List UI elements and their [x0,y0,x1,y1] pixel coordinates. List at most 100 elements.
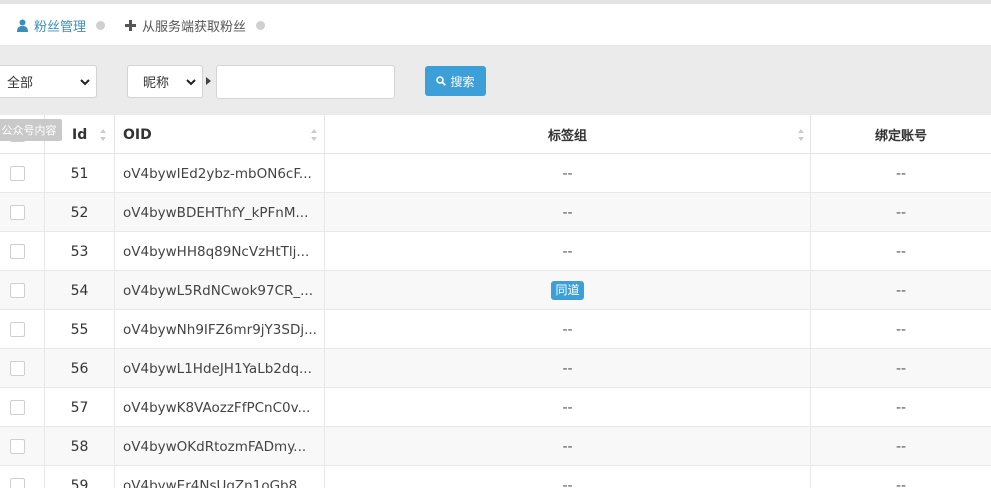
header-id[interactable]: Id [45,115,115,154]
tag-value: -- [562,360,573,377]
cell-account: -- [895,282,907,299]
table-row[interactable]: 59 oV4bywEr4NsUqZn1oGb8... -- -- [0,466,991,488]
tab-bar: 粉丝管理 从服务端获取粉丝 [0,4,991,46]
search-button[interactable]: 搜索 [425,66,486,96]
row-checkbox[interactable] [10,478,25,488]
row-checkbox[interactable] [10,322,25,337]
row-checkbox[interactable] [10,244,25,259]
search-button-label: 搜索 [450,74,475,89]
cell-oid: oV4bywHH8q89NcVzHtTlj... [115,232,325,271]
row-checkbox-cell [0,349,45,388]
cell-account: -- [895,399,907,416]
tag-value: -- [562,165,573,182]
cell-account: -- [895,438,907,455]
row-checkbox[interactable] [10,439,25,454]
table-row[interactable]: 52 oV4bywBDEHThfY_kPFnM... -- -- [0,193,991,232]
sort-icon [798,129,804,141]
cell-id: 57 [45,388,115,427]
row-checkbox[interactable] [10,361,25,376]
chevron-down-icon [186,79,196,86]
tab-fan-management[interactable]: 粉丝管理 [16,4,106,46]
tag-value: -- [562,477,573,488]
cell-account: -- [895,204,907,221]
cell-oid: oV4bywL5RdNCwok97CR_... [115,271,325,310]
cell-oid: oV4bywNh9IFZ6mr9jY3SDj... [115,310,325,349]
search-input[interactable] [216,65,395,99]
cell-oid: oV4bywOKdRtozmFADmy... [115,427,325,466]
table-row[interactable]: 56 oV4bywL1HdeJH1YaLb2dq... -- -- [0,349,991,388]
header-id-label: Id [72,126,88,143]
cell-tags: -- [325,349,811,388]
cell-oid: oV4bywBDEHThfY_kPFnM... [115,193,325,232]
tab-close-dot[interactable] [256,20,266,30]
tab-close-dot[interactable] [96,20,106,30]
header-oid[interactable]: OID [115,115,325,154]
tag-value: -- [562,438,573,455]
caret-right-icon [206,77,211,85]
category-select[interactable]: 全部 [0,65,97,98]
category-select-value: 全部 [7,76,34,91]
chevron-down-icon [80,79,90,86]
cell-account: -- [895,243,907,260]
header-account: 绑定账号 [811,115,991,154]
row-checkbox[interactable] [10,205,25,220]
cell-id: 54 [45,271,115,310]
table-row[interactable]: 54 oV4bywL5RdNCwok97CR_... 同道 -- [0,271,991,310]
row-checkbox-cell [0,193,45,232]
cell-account: -- [895,321,907,338]
tab-label: 粉丝管理 [34,19,87,35]
cell-tags: -- [325,310,811,349]
cell-oid: oV4bywIEd2ybz-mbON6cF... [115,154,325,193]
row-checkbox-cell [0,466,45,488]
header-oid-label: OID [123,126,152,143]
table-row[interactable]: 55 oV4bywNh9IFZ6mr9jY3SDj... -- -- [0,310,991,349]
tag-value: -- [562,399,573,416]
row-checkbox-cell [0,427,45,466]
sort-icon [311,129,317,141]
cell-tags: -- [325,154,811,193]
table-header: 公众号内容 Id OID 标签组 绑定账号 [0,115,991,154]
row-checkbox-cell [0,271,45,310]
cell-tags: -- [325,388,811,427]
cell-tags: -- [325,466,811,488]
header-checkbox-cell: 公众号内容 [0,115,62,154]
tag-value: -- [562,321,573,338]
cell-account: -- [895,165,907,182]
user-icon [16,18,28,32]
cell-id: 56 [45,349,115,388]
table-row[interactable]: 53 oV4bywHH8q89NcVzHtTlj... -- -- [0,232,991,271]
tag-value: -- [562,204,573,221]
cell-id: 55 [45,310,115,349]
cell-account: -- [895,477,907,488]
sort-icon [100,129,106,141]
table-row[interactable]: 51 oV4bywIEd2ybz-mbON6cF... -- -- [0,154,991,193]
cell-tags: -- [325,232,811,271]
tab-fetch-fans[interactable]: 从服务端获取粉丝 [124,4,266,46]
cell-id: 59 [45,466,115,488]
row-checkbox-cell [0,232,45,271]
cell-tags: -- [325,427,811,466]
table-row[interactable]: 58 oV4bywOKdRtozmFADmy... -- -- [0,427,991,466]
row-checkbox[interactable] [10,166,25,181]
header-account-label: 绑定账号 [874,129,927,144]
cell-oid: oV4bywL1HdeJH1YaLb2dq... [115,349,325,388]
row-checkbox-cell [0,310,45,349]
cell-id: 58 [45,427,115,466]
cell-id: 52 [45,193,115,232]
cell-account: -- [895,360,907,377]
field-select[interactable]: 昵称 [127,65,203,98]
table-row[interactable]: 57 oV4bywK8VAozzFfPCnC0v... -- -- [0,388,991,427]
header-tags[interactable]: 标签组 [325,115,811,154]
cell-id: 53 [45,232,115,271]
filter-toolbar: 全部 昵称 搜索 [0,47,991,115]
field-select-value: 昵称 [143,76,170,91]
tab-label: 从服务端获取粉丝 [142,19,247,35]
fans-table: 公众号内容 Id OID 标签组 绑定账号 51 oV4bywIEd2ybz-m… [0,115,991,488]
cell-tags: -- [325,193,811,232]
header-tags-label: 标签组 [547,129,587,144]
cell-oid: oV4bywK8VAozzFfPCnC0v... [115,388,325,427]
row-checkbox-cell [0,388,45,427]
row-checkbox[interactable] [10,283,25,298]
plus-icon [124,18,136,32]
row-checkbox[interactable] [10,400,25,415]
